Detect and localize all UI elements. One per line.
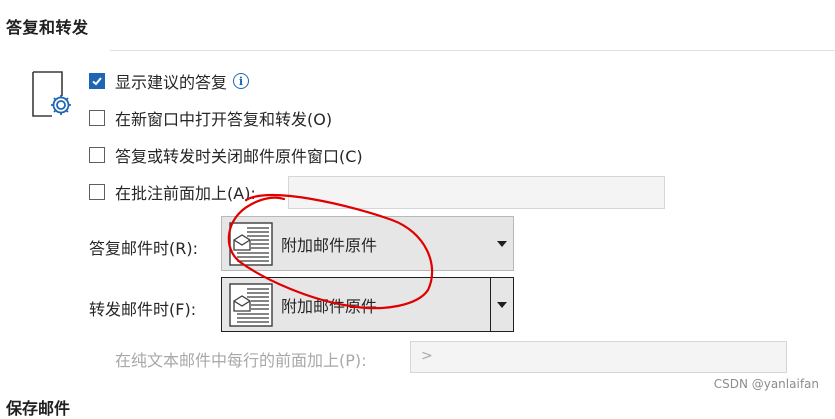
- dropdown-separator: [490, 278, 491, 331]
- document-gear-icon: [32, 71, 71, 117]
- reply-label: 答复邮件时(R):: [89, 239, 198, 258]
- forward-dropdown-value: 附加邮件原件: [281, 296, 378, 316]
- close-original-label: 答复或转发时关闭邮件原件窗口(C): [115, 147, 363, 166]
- open-in-new-window-checkbox[interactable]: [89, 110, 105, 126]
- prefix-comments-input[interactable]: [288, 176, 665, 209]
- prefix-comments-checkbox[interactable]: [89, 184, 105, 200]
- envelope-doc-icon: [229, 282, 273, 327]
- next-section-title: 保存邮件: [6, 399, 71, 418]
- envelope-doc-icon: [229, 221, 273, 266]
- forward-label: 转发邮件时(F):: [89, 300, 197, 319]
- show-suggested-replies-checkbox[interactable]: [89, 73, 105, 89]
- show-suggested-replies-label: 显示建议的答复: [115, 73, 228, 92]
- close-original-option[interactable]: 答复或转发时关闭邮件原件窗口(C): [89, 143, 363, 167]
- plaintext-prefix-input[interactable]: >: [410, 341, 787, 373]
- watermark: CSDN @yanlaifan: [713, 377, 819, 391]
- close-original-checkbox[interactable]: [89, 147, 105, 163]
- plaintext-prefix-label: 在纯文本邮件中每行的前面加上(P):: [115, 351, 367, 370]
- reply-dropdown-value: 附加邮件原件: [281, 235, 378, 255]
- forward-dropdown[interactable]: 附加邮件原件: [221, 277, 514, 332]
- section-title: 答复和转发: [6, 18, 89, 37]
- open-in-new-window-option[interactable]: 在新窗口中打开答复和转发(O): [89, 106, 332, 130]
- prefix-comments-label: 在批注前面加上(A):: [115, 184, 256, 203]
- chevron-down-icon: [497, 240, 507, 247]
- reply-dropdown[interactable]: 附加邮件原件: [221, 216, 514, 271]
- chevron-down-icon: [497, 301, 507, 308]
- prefix-comments-option[interactable]: 在批注前面加上(A):: [89, 180, 256, 204]
- section-divider: [110, 50, 835, 51]
- show-suggested-replies-option[interactable]: 显示建议的答复 i: [89, 69, 250, 93]
- checkmark-icon: [92, 77, 102, 86]
- open-in-new-window-label: 在新窗口中打开答复和转发(O): [115, 110, 333, 129]
- info-icon[interactable]: i: [233, 73, 250, 89]
